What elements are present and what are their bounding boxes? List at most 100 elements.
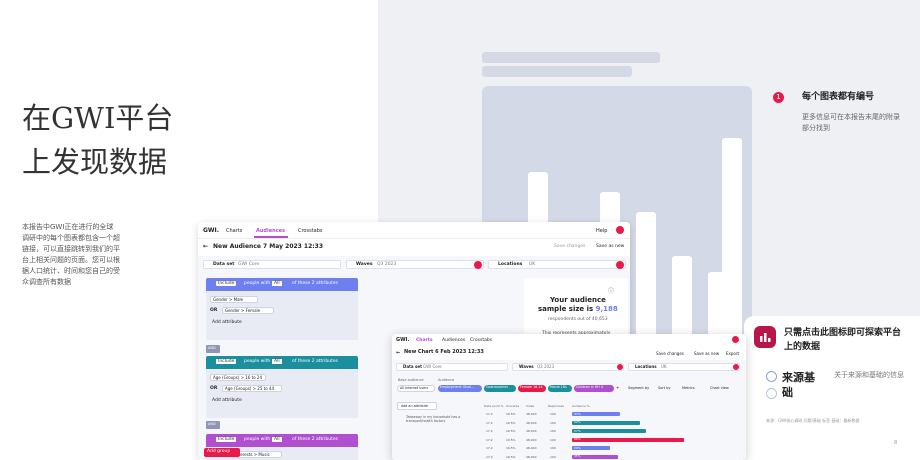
add-group-button[interactable]: Add group — [204, 448, 240, 457]
source-title: 来源基础 — [782, 371, 815, 399]
all-dropdown[interactable]: All — [272, 437, 282, 442]
chart-number-badge: 1 — [773, 92, 784, 103]
metrics-button[interactable]: Metrics — [682, 386, 695, 390]
source-description: 关于来源和基础的信息 — [834, 371, 904, 379]
export-button[interactable]: Export — [726, 351, 739, 356]
people-with-label: people with — [244, 359, 271, 364]
cell-responses: 100 — [550, 429, 556, 433]
app-logo: GWI. — [396, 337, 410, 343]
add-group-label: Add group — [207, 449, 231, 454]
audience-chip[interactable]: Female 16-24 — [518, 385, 546, 392]
add-attribute-button[interactable]: Add attribute — [212, 320, 242, 325]
waves-field[interactable]: Waves Q3 2023 — [346, 260, 484, 269]
audience-chip[interactable]: Movie 18s — [548, 385, 572, 392]
tab-charts[interactable]: Charts — [416, 338, 433, 343]
back-icon[interactable]: ← — [203, 243, 208, 250]
explore-chart-icon[interactable] — [754, 326, 776, 348]
cell-universe: 16.5% — [506, 429, 516, 433]
base-audience-value: All Internet users — [400, 386, 429, 390]
cell-index: 48,000 — [526, 429, 537, 433]
attribute-chip[interactable]: Gender > Male — [210, 296, 258, 303]
and-connector[interactable]: AND — [206, 345, 220, 353]
audience-chip[interactable]: Gastronomes — [484, 385, 516, 392]
base-icon — [766, 388, 777, 399]
all-dropdown[interactable]: All — [272, 359, 282, 364]
save-as-new-button[interactable]: Save as new — [596, 244, 624, 249]
audience-label: Audience — [438, 378, 455, 382]
save-as-new-button[interactable]: Save as new — [694, 351, 719, 356]
app-logo: GWI. — [203, 227, 220, 234]
base-audience-chip[interactable]: All Internet users — [397, 385, 435, 392]
audience-chip-label: Children in HH 4 — [576, 385, 603, 389]
attribute-chip[interactable]: Age (Groups) > 25 to 44 — [222, 385, 282, 392]
of-these-label: of these 2 attributes — [292, 359, 338, 364]
dataset-field[interactable]: Data set GWI Core — [203, 260, 341, 269]
segment-by-button[interactable]: Segment by — [628, 386, 649, 390]
audience-bar — [572, 437, 684, 442]
waves-label: Waves — [519, 364, 534, 369]
attribute-chip[interactable]: Gender > Female — [222, 307, 274, 314]
attribute-label: Gender > Female — [225, 308, 261, 313]
cell-datapoint: 17.2 — [486, 454, 493, 459]
cell-index: 48,000 — [526, 412, 537, 416]
add-attribute-button[interactable]: Add an attribute — [397, 402, 437, 410]
source-icon — [766, 371, 777, 382]
col-header: Data point % — [484, 404, 504, 408]
cell-universe: 16.5% — [506, 420, 516, 425]
include-dropdown[interactable]: Include — [216, 281, 237, 286]
audience-chip[interactable]: Children in HH 4 — [574, 385, 614, 392]
waves-badge — [474, 261, 482, 269]
info-icon[interactable]: ⓘ — [608, 286, 614, 295]
add-audience-button[interactable]: + — [616, 385, 619, 390]
locations-badge — [616, 261, 624, 269]
help-button[interactable]: Help — [596, 228, 607, 234]
dataset-value: GWI Core — [423, 364, 442, 369]
sort-by-button[interactable]: Sort by — [658, 386, 671, 390]
bar-label: 86% — [574, 437, 581, 441]
tab-charts[interactable]: Charts — [226, 228, 242, 234]
back-icon[interactable]: ← — [396, 350, 400, 356]
note-description: 更多信息可在本报告末尾的附录部分找到 — [802, 113, 900, 132]
attribute-label: Age (Groups) > 16 to 24 — [213, 375, 263, 380]
info-card: 只需点击此图标即可探索平台上的数据 来源基础 关于来源和基础的信息 来源：GWI… — [744, 316, 920, 460]
cell-datapoint: 17.2 — [486, 429, 493, 433]
locations-field[interactable]: Locations UK — [488, 260, 626, 269]
all-dropdown[interactable]: All — [272, 281, 282, 286]
bar-label: 57% — [574, 428, 581, 433]
tab-audiences[interactable]: Audiences — [442, 338, 465, 343]
cell-index: 48,000 — [526, 437, 537, 442]
include-dropdown[interactable]: Include — [216, 437, 237, 442]
save-changes-button[interactable]: Save changes — [554, 244, 585, 249]
avatar[interactable] — [616, 226, 624, 234]
locations-field[interactable]: Locations UK — [628, 363, 740, 371]
base-audience-label: Base audience — [398, 378, 424, 382]
chart-builder-screenshot: GWI. Charts Audiences Crosstabs ← New Ch… — [392, 334, 746, 460]
locations-label: Locations — [635, 364, 657, 369]
waves-label: Waves — [356, 262, 373, 267]
add-attribute-button[interactable]: Add attribute — [212, 398, 242, 403]
waves-value: Q3 2023 — [377, 262, 397, 267]
include-dropdown[interactable]: Include — [216, 359, 237, 364]
save-changes-button[interactable]: Save changes — [656, 351, 684, 356]
and-connector[interactable]: AND — [206, 421, 220, 429]
attribute-label: Gender > Male — [213, 297, 244, 302]
or-label: OR — [210, 386, 218, 391]
row-question: Takeaway in my household has a transport… — [406, 415, 461, 423]
tab-crosstabs[interactable]: Crosstabs — [298, 228, 323, 234]
waves-field[interactable]: Waves Q3 2023 — [512, 363, 624, 371]
dataset-label: Data set — [213, 262, 235, 267]
attribute-chip[interactable]: Age (Groups) > 16 to 24 — [210, 374, 266, 381]
chart-view-button[interactable]: Chart view — [710, 386, 729, 390]
tab-audiences[interactable]: Audiences — [256, 228, 285, 234]
sample-subtitle: respondents out of 40,653 — [548, 317, 608, 322]
avatar[interactable] — [732, 336, 739, 343]
cell-datapoint: 17.2 — [486, 437, 493, 442]
bar-label: 37% — [574, 411, 581, 416]
dataset-field[interactable]: Data set GWI Core — [396, 363, 508, 371]
tab-crosstabs[interactable]: Crosstabs — [470, 338, 492, 343]
audience-chip[interactable]: Employment: Stud... — [438, 385, 482, 392]
attribute-label: Interests > Music — [235, 452, 270, 457]
bar-label: 29% — [574, 445, 581, 450]
cell-datapoint: 17.2 — [486, 446, 493, 450]
add-attribute-label: Add an attribute — [401, 404, 428, 408]
